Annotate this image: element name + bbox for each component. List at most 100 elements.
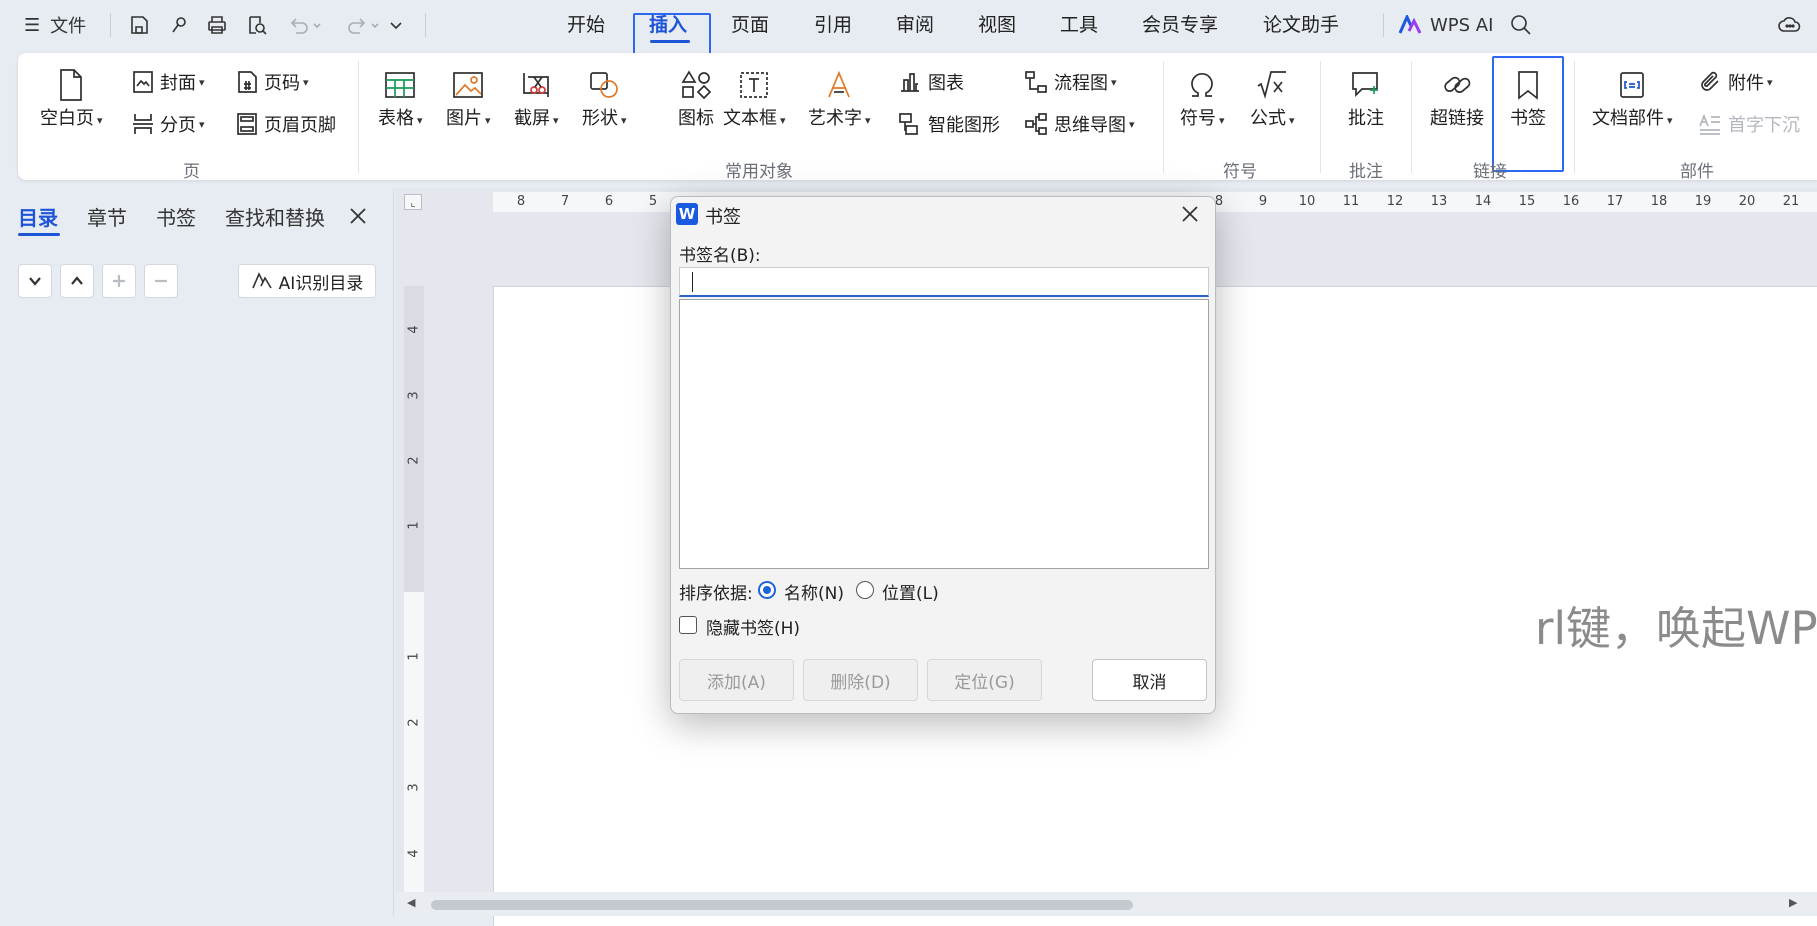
bookmark-list[interactable]	[679, 299, 1209, 569]
more-commands-button[interactable]	[384, 12, 408, 38]
tab-references[interactable]: 引用	[814, 12, 852, 38]
tab-thesis-assistant[interactable]: 论文助手	[1263, 12, 1339, 38]
hide-bookmarks-checkbox[interactable]	[679, 616, 697, 634]
drop-cap-button[interactable]: 首字下沉	[1698, 109, 1800, 139]
wps-ai-button[interactable]: WPS AI	[1398, 12, 1493, 38]
tab-view[interactable]: 视图	[978, 12, 1016, 38]
format-painter-button[interactable]	[166, 12, 192, 38]
attachment-button[interactable]: 附件 ▾	[1698, 67, 1773, 97]
title-bar: ☰ 文件 开始 插入 页面 引用 审阅 视图 工具 会员专享 论文助手 WPS …	[0, 0, 1817, 61]
tab-bookmarks[interactable]: 书签	[156, 202, 196, 231]
page-number-button[interactable]: 页码 ▾	[236, 67, 309, 97]
group-divider	[1574, 61, 1575, 173]
print-icon	[208, 16, 226, 34]
cancel-button[interactable]: 取消	[1092, 659, 1207, 701]
symbol-button[interactable]: 符号 ▾	[1180, 63, 1225, 133]
close-pane-button[interactable]	[346, 204, 370, 228]
delete-button[interactable]: 删除(D)	[803, 659, 918, 701]
drop-cap-icon	[1699, 113, 1720, 135]
smart-graphic-button[interactable]: 智能图形	[898, 109, 1000, 139]
goto-button[interactable]: 定位(G)	[927, 659, 1042, 701]
divider	[425, 13, 426, 37]
sort-by-name-radio[interactable]	[758, 581, 776, 599]
group-label-parts: 部件	[1680, 162, 1714, 182]
file-menu-button[interactable]: ☰ 文件	[24, 12, 86, 38]
screenshot-button[interactable]: 截屏 ▾	[514, 63, 559, 133]
attachment-label: 附件	[1728, 73, 1764, 94]
tab-chapters[interactable]: 章节	[87, 202, 127, 231]
cover-button[interactable]: 封面 ▾	[132, 67, 205, 97]
tab-find-replace[interactable]: 查找和替换	[225, 202, 325, 231]
shape-label: 形状	[582, 108, 618, 129]
ruler-number: 1	[406, 652, 422, 661]
dialog-titlebar[interactable]: W 书签	[671, 197, 1215, 231]
hide-bookmarks-label[interactable]: 隐藏书签(H)	[706, 614, 800, 639]
tab-start[interactable]: 开始	[567, 12, 605, 38]
scroll-left-arrow-icon[interactable]: ◀	[407, 896, 415, 909]
doc-parts-button[interactable]: 文档部件 ▾	[1592, 63, 1673, 133]
icon-button[interactable]: 图标	[678, 63, 714, 131]
blank-page-icon	[60, 69, 83, 101]
ai-toc-button[interactable]: AI识别目录	[238, 264, 376, 298]
icon-label: 图标	[678, 108, 714, 129]
omega-icon	[1191, 73, 1214, 97]
bookmark-name-input[interactable]	[679, 267, 1209, 297]
expand-button[interactable]	[18, 264, 52, 298]
doc-parts-icon	[1620, 72, 1645, 98]
wordart-button[interactable]: 艺术字 ▾	[808, 63, 871, 133]
undo-button[interactable]	[286, 12, 326, 38]
picture-button[interactable]: 图片 ▾	[446, 63, 491, 133]
print-preview-button[interactable]	[244, 12, 270, 38]
tab-tools[interactable]: 工具	[1060, 12, 1098, 38]
blank-page-button[interactable]: 空白页 ▾	[40, 63, 103, 133]
formula-icon	[1257, 71, 1287, 100]
sort-by-name-label[interactable]: 名称(N)	[784, 579, 844, 604]
mindmap-icon	[1025, 113, 1047, 135]
header-footer-button[interactable]: 页眉页脚	[236, 109, 336, 139]
search-button[interactable]	[1508, 12, 1534, 38]
bookmark-dialog: W 书签 书签名(B): 排序依据: 名称(N) 位置(L) 隐藏书签(H) 添…	[670, 196, 1216, 714]
ruler-number: 6	[604, 194, 614, 209]
remove-heading-button[interactable]	[144, 264, 178, 298]
scroll-right-arrow-icon[interactable]: ▶	[1789, 896, 1797, 909]
ruler-number: 1	[406, 521, 422, 530]
redo-icon	[348, 18, 379, 34]
tab-review[interactable]: 审阅	[896, 12, 934, 38]
sort-by-position-radio[interactable]	[856, 581, 874, 599]
vertical-ruler[interactable]: 4 3 2 1 1 2 3 4	[404, 286, 424, 906]
scrollbar-thumb[interactable]	[431, 900, 1133, 910]
divider	[110, 13, 111, 37]
group-divider	[1320, 61, 1321, 173]
sort-by-position-label[interactable]: 位置(L)	[882, 579, 939, 604]
comment-button[interactable]: 批注	[1348, 63, 1384, 131]
collapse-button[interactable]	[60, 264, 94, 298]
tab-member[interactable]: 会员专享	[1142, 12, 1218, 38]
print-button[interactable]	[204, 12, 230, 38]
textbox-button[interactable]: 文本框 ▾	[723, 63, 786, 133]
wps-writer-logo-icon: W	[676, 203, 698, 225]
page-break-button[interactable]: 分页 ▾	[132, 109, 205, 139]
chart-button[interactable]: 图表	[898, 67, 964, 97]
table-button[interactable]: 表格 ▾	[378, 63, 423, 133]
shape-button[interactable]: 形状 ▾	[582, 63, 627, 133]
cloud-icon	[1778, 17, 1801, 32]
ruler-number: 4	[406, 849, 422, 858]
hyperlink-button[interactable]: 超链接	[1430, 63, 1484, 131]
dialog-close-button[interactable]	[1177, 202, 1203, 226]
add-button[interactable]: 添加(A)	[679, 659, 794, 701]
horizontal-scrollbar[interactable]: ◀ ▶	[395, 892, 1817, 916]
save-button[interactable]	[126, 12, 152, 38]
tab-page[interactable]: 页面	[731, 12, 769, 38]
tab-toc[interactable]: 目录	[18, 202, 58, 231]
add-heading-button[interactable]	[102, 264, 136, 298]
wps-ai-logo-icon	[1398, 15, 1422, 34]
formula-button[interactable]: 公式 ▾	[1250, 63, 1295, 133]
tab-stop-selector[interactable]: ⌞	[404, 194, 422, 210]
redo-button[interactable]	[344, 12, 384, 38]
mindmap-button[interactable]: 思维导图 ▾	[1024, 109, 1135, 139]
ruler-number: 2	[406, 718, 422, 727]
flowchart-button[interactable]: 流程图 ▾	[1024, 67, 1117, 97]
cloud-button[interactable]	[1777, 12, 1803, 38]
page-number-icon	[238, 71, 257, 93]
icons-library-icon	[681, 70, 712, 100]
